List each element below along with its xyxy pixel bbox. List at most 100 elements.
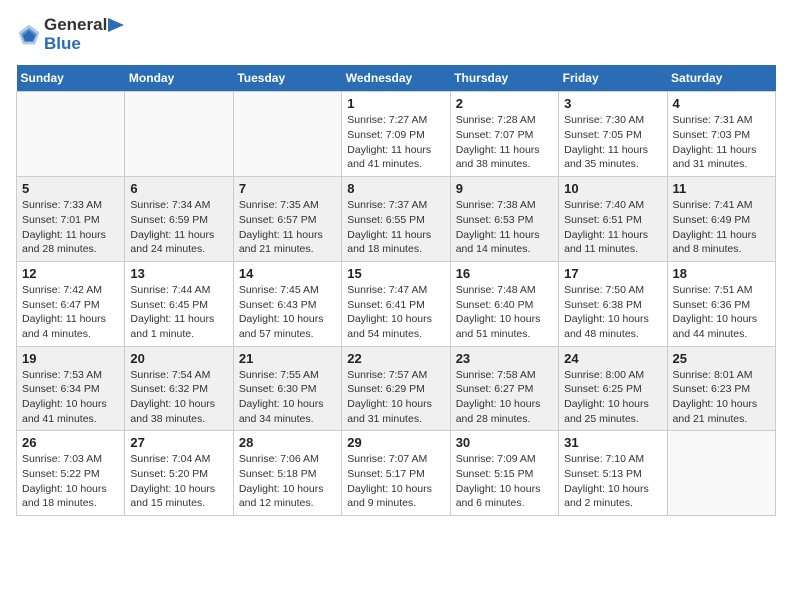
day-number: 5: [22, 181, 119, 196]
day-info: Sunrise: 7:42 AM Sunset: 6:47 PM Dayligh…: [22, 283, 119, 342]
calendar-week-row: 12 Sunrise: 7:42 AM Sunset: 6:47 PM Dayli…: [17, 261, 776, 346]
day-info: Sunrise: 7:10 AM Sunset: 5:13 PM Dayligh…: [564, 452, 661, 511]
day-number: 21: [239, 351, 336, 366]
column-header-tuesday: Tuesday: [233, 65, 341, 92]
calendar-week-row: 1Sunrise: 7:27 AM Sunset: 7:09 PM Daylig…: [17, 92, 776, 177]
day-number: 13: [130, 266, 227, 281]
day-info: Sunrise: 7:44 AM Sunset: 6:45 PM Dayligh…: [130, 283, 227, 342]
calendar-cell: 9Sunrise: 7:38 AM Sunset: 6:53 PM Daylig…: [450, 177, 558, 262]
day-info: Sunrise: 7:51 AM Sunset: 6:36 PM Dayligh…: [673, 283, 770, 342]
calendar-cell: 25 Sunrise: 8:01 AM Sunset: 6:23 PM Dayli…: [667, 346, 775, 431]
calendar-cell: 11Sunrise: 7:41 AM Sunset: 6:49 PM Dayli…: [667, 177, 775, 262]
logo-icon: [16, 22, 42, 48]
calendar-week-row: 5 Sunrise: 7:33 AM Sunset: 7:01 PM Daylig…: [17, 177, 776, 262]
day-info: Sunrise: 7:57 AM Sunset: 6:29 PM Dayligh…: [347, 368, 444, 427]
day-number: 18: [673, 266, 770, 281]
day-info: Sunrise: 7:28 AM Sunset: 7:07 PM Dayligh…: [456, 113, 553, 172]
day-number: 19: [22, 351, 119, 366]
calendar-cell: 30 Sunrise: 7:09 AM Sunset: 5:15 PM Dayli…: [450, 431, 558, 516]
calendar-cell: 15Sunrise: 7:47 AM Sunset: 6:41 PM Dayli…: [342, 261, 450, 346]
day-info: Sunrise: 7:41 AM Sunset: 6:49 PM Dayligh…: [673, 198, 770, 257]
day-info: Sunrise: 8:01 AM Sunset: 6:23 PM Dayligh…: [673, 368, 770, 427]
day-info: Sunrise: 7:58 AM Sunset: 6:27 PM Dayligh…: [456, 368, 553, 427]
day-info: Sunrise: 7:33 AM Sunset: 7:01 PM Dayligh…: [22, 198, 119, 257]
day-number: 28: [239, 435, 336, 450]
column-header-saturday: Saturday: [667, 65, 775, 92]
day-info: Sunrise: 7:34 AM Sunset: 6:59 PM Dayligh…: [130, 198, 227, 257]
day-number: 27: [130, 435, 227, 450]
calendar-cell: 5 Sunrise: 7:33 AM Sunset: 7:01 PM Daylig…: [17, 177, 125, 262]
calendar-cell: 29Sunrise: 7:07 AM Sunset: 5:17 PM Dayli…: [342, 431, 450, 516]
calendar-cell: 18 Sunrise: 7:51 AM Sunset: 6:36 PM Dayli…: [667, 261, 775, 346]
logo-svg-container: General Blue: [16, 16, 124, 53]
calendar-cell: 17Sunrise: 7:50 AM Sunset: 6:38 PM Dayli…: [559, 261, 667, 346]
calendar-cell: 12 Sunrise: 7:42 AM Sunset: 6:47 PM Dayli…: [17, 261, 125, 346]
day-number: 16: [456, 266, 553, 281]
column-header-thursday: Thursday: [450, 65, 558, 92]
calendar-cell: [125, 92, 233, 177]
calendar-cell: [233, 92, 341, 177]
logo-blue: Blue: [44, 35, 124, 54]
calendar-cell: 31 Sunrise: 7:10 AM Sunset: 5:13 PM Dayli…: [559, 431, 667, 516]
day-info: Sunrise: 7:45 AM Sunset: 6:43 PM Dayligh…: [239, 283, 336, 342]
day-info: Sunrise: 7:09 AM Sunset: 5:15 PM Dayligh…: [456, 452, 553, 511]
day-number: 23: [456, 351, 553, 366]
day-number: 31: [564, 435, 661, 450]
day-info: Sunrise: 7:55 AM Sunset: 6:30 PM Dayligh…: [239, 368, 336, 427]
day-info: Sunrise: 8:00 AM Sunset: 6:25 PM Dayligh…: [564, 368, 661, 427]
day-number: 26: [22, 435, 119, 450]
day-number: 30: [456, 435, 553, 450]
day-info: Sunrise: 7:27 AM Sunset: 7:09 PM Dayligh…: [347, 113, 444, 172]
calendar-cell: 19 Sunrise: 7:53 AM Sunset: 6:34 PM Dayli…: [17, 346, 125, 431]
calendar-cell: 27 Sunrise: 7:04 AM Sunset: 5:20 PM Dayli…: [125, 431, 233, 516]
day-info: Sunrise: 7:03 AM Sunset: 5:22 PM Dayligh…: [22, 452, 119, 511]
column-header-monday: Monday: [125, 65, 233, 92]
day-number: 10: [564, 181, 661, 196]
day-number: 2: [456, 96, 553, 111]
calendar-cell: 13 Sunrise: 7:44 AM Sunset: 6:45 PM Dayli…: [125, 261, 233, 346]
calendar-week-row: 19 Sunrise: 7:53 AM Sunset: 6:34 PM Dayli…: [17, 346, 776, 431]
day-info: Sunrise: 7:54 AM Sunset: 6:32 PM Dayligh…: [130, 368, 227, 427]
day-info: Sunrise: 7:53 AM Sunset: 6:34 PM Dayligh…: [22, 368, 119, 427]
logo: General Blue: [16, 16, 124, 53]
calendar-cell: 2 Sunrise: 7:28 AM Sunset: 7:07 PM Daylig…: [450, 92, 558, 177]
calendar-cell: 4 Sunrise: 7:31 AM Sunset: 7:03 PM Daylig…: [667, 92, 775, 177]
calendar-cell: 14 Sunrise: 7:45 AM Sunset: 6:43 PM Dayli…: [233, 261, 341, 346]
calendar-cell: 10 Sunrise: 7:40 AM Sunset: 6:51 PM Dayli…: [559, 177, 667, 262]
column-header-friday: Friday: [559, 65, 667, 92]
calendar-cell: 1Sunrise: 7:27 AM Sunset: 7:09 PM Daylig…: [342, 92, 450, 177]
calendar-cell: 28 Sunrise: 7:06 AM Sunset: 5:18 PM Dayli…: [233, 431, 341, 516]
day-info: Sunrise: 7:47 AM Sunset: 6:41 PM Dayligh…: [347, 283, 444, 342]
page-header: General Blue: [16, 16, 776, 53]
day-info: Sunrise: 7:06 AM Sunset: 5:18 PM Dayligh…: [239, 452, 336, 511]
day-number: 29: [347, 435, 444, 450]
calendar-week-row: 26 Sunrise: 7:03 AM Sunset: 5:22 PM Dayli…: [17, 431, 776, 516]
calendar-header-row: SundayMondayTuesdayWednesdayThursdayFrid…: [17, 65, 776, 92]
calendar-cell: [667, 431, 775, 516]
column-header-sunday: Sunday: [17, 65, 125, 92]
day-info: Sunrise: 7:04 AM Sunset: 5:20 PM Dayligh…: [130, 452, 227, 511]
day-info: Sunrise: 7:38 AM Sunset: 6:53 PM Dayligh…: [456, 198, 553, 257]
day-info: Sunrise: 7:31 AM Sunset: 7:03 PM Dayligh…: [673, 113, 770, 172]
calendar-table: SundayMondayTuesdayWednesdayThursdayFrid…: [16, 65, 776, 516]
day-number: 17: [564, 266, 661, 281]
calendar-cell: 22Sunrise: 7:57 AM Sunset: 6:29 PM Dayli…: [342, 346, 450, 431]
day-info: Sunrise: 7:48 AM Sunset: 6:40 PM Dayligh…: [456, 283, 553, 342]
day-info: Sunrise: 7:40 AM Sunset: 6:51 PM Dayligh…: [564, 198, 661, 257]
day-number: 7: [239, 181, 336, 196]
calendar-cell: 8Sunrise: 7:37 AM Sunset: 6:55 PM Daylig…: [342, 177, 450, 262]
day-info: Sunrise: 7:35 AM Sunset: 6:57 PM Dayligh…: [239, 198, 336, 257]
calendar-cell: 24 Sunrise: 8:00 AM Sunset: 6:25 PM Dayli…: [559, 346, 667, 431]
logo-arrow-icon: [108, 18, 124, 32]
calendar-cell: [17, 92, 125, 177]
day-number: 3: [564, 96, 661, 111]
day-number: 4: [673, 96, 770, 111]
day-number: 24: [564, 351, 661, 366]
day-number: 25: [673, 351, 770, 366]
day-number: 14: [239, 266, 336, 281]
calendar-cell: 3 Sunrise: 7:30 AM Sunset: 7:05 PM Daylig…: [559, 92, 667, 177]
day-info: Sunrise: 7:37 AM Sunset: 6:55 PM Dayligh…: [347, 198, 444, 257]
calendar-cell: 26 Sunrise: 7:03 AM Sunset: 5:22 PM Dayli…: [17, 431, 125, 516]
day-number: 12: [22, 266, 119, 281]
day-info: Sunrise: 7:30 AM Sunset: 7:05 PM Dayligh…: [564, 113, 661, 172]
